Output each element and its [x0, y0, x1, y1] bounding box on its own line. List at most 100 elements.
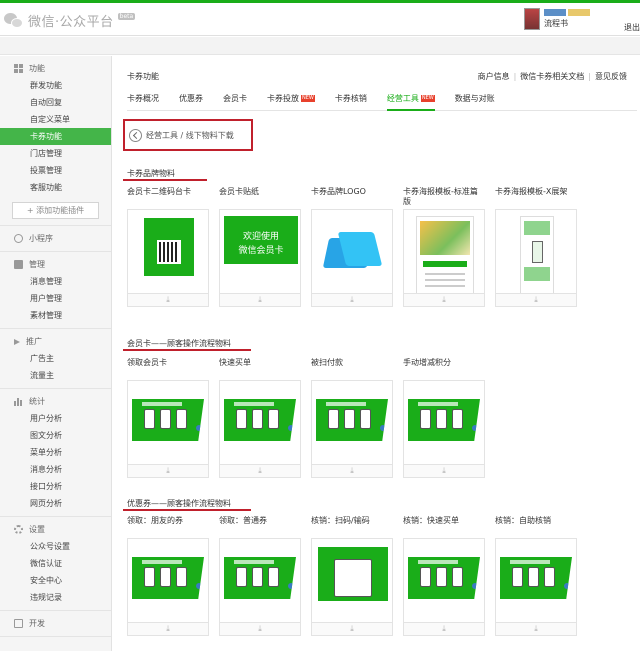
sidebar-item[interactable]: 消息管理 — [0, 273, 111, 290]
sidebar-item[interactable]: 安全中心 — [0, 572, 111, 589]
sidebar-item[interactable]: 接口分析 — [0, 478, 111, 495]
tab-item[interactable]: 卡券投放 NEW — [267, 92, 315, 111]
tab-item[interactable]: 卡券核销 — [335, 92, 367, 111]
logout-link[interactable]: 退出 — [624, 22, 640, 33]
download-icon[interactable]: ⤓ — [311, 293, 393, 307]
material-thumbnail[interactable] — [127, 380, 209, 464]
settings-icon — [14, 525, 23, 534]
tab-item[interactable]: 会员卡 — [223, 92, 247, 111]
sidebar-item[interactable]: 流量主 — [0, 367, 111, 384]
download-icon[interactable]: ⤓ — [403, 622, 485, 636]
phone-icon — [452, 409, 463, 429]
phone-icon — [160, 409, 171, 429]
sidebar-item[interactable]: 用户管理 — [0, 290, 111, 307]
sidebar-group-title[interactable]: 小程序 — [0, 230, 111, 247]
flow-illustration — [224, 399, 296, 441]
sidebar-item[interactable]: 投票管理 — [0, 162, 111, 179]
material-thumbnail[interactable] — [219, 380, 301, 464]
account-name[interactable]: 流程书 — [544, 18, 590, 29]
flow-header-bar — [142, 402, 182, 406]
account-box[interactable]: 流程书 — [524, 8, 590, 30]
material-thumbnail[interactable] — [311, 538, 393, 622]
wechat-pay-icon — [288, 583, 294, 589]
download-icon[interactable]: ⤓ — [403, 293, 485, 307]
card-docs-link[interactable]: 微信卡券相关文档 — [520, 72, 584, 81]
sidebar-item[interactable]: 消息分析 — [0, 461, 111, 478]
material-thumbnail[interactable] — [127, 538, 209, 622]
new-badge: NEW — [301, 95, 315, 102]
sidebar-item[interactable]: 客服功能 — [0, 179, 111, 196]
sidebar-item[interactable]: 卡券功能 — [0, 128, 111, 145]
material-thumbnail[interactable]: 欢迎使用 微信会员卡 — [219, 209, 301, 293]
material-thumbnail[interactable] — [495, 538, 577, 622]
material-card: 快速买单 ⤓ — [219, 358, 301, 478]
material-thumbnail[interactable] — [403, 538, 485, 622]
download-icon[interactable]: ⤓ — [219, 293, 301, 307]
sidebar-item[interactable]: 自定义菜单 — [0, 111, 111, 128]
material-label: 领取：朋友的券 — [127, 516, 183, 525]
download-icon[interactable]: ⤓ — [219, 622, 301, 636]
sidebar-item[interactable]: 群发功能 — [0, 77, 111, 94]
sidebar-item[interactable]: 自动回复 — [0, 94, 111, 111]
sidebar-item[interactable]: 用户分析 — [0, 410, 111, 427]
download-icon[interactable]: ⤓ — [495, 622, 577, 636]
promote-icon — [14, 338, 20, 345]
material-thumbnail[interactable] — [403, 380, 485, 464]
download-icon[interactable]: ⤓ — [219, 464, 301, 478]
material-thumbnail[interactable] — [495, 209, 577, 293]
poster-text-line — [425, 273, 465, 275]
flow-header-bar — [418, 402, 458, 406]
add-plugin-button[interactable]: + 添加功能插件 — [12, 202, 99, 219]
download-icon[interactable]: ⤓ — [311, 464, 393, 478]
download-icon[interactable]: ⤓ — [127, 464, 209, 478]
material-label: 核销：自助核销 — [495, 516, 551, 525]
level-badge-icon — [568, 9, 590, 16]
sidebar-group-title: 管理 — [0, 256, 111, 273]
sidebar-group: 推广 广告主 流量主 — [0, 329, 111, 389]
tab-item[interactable]: 经营工具 NEW — [386, 92, 435, 111]
standee-footer — [144, 276, 194, 284]
sticker-footer — [224, 264, 298, 278]
merchant-info-link[interactable]: 商户信息 — [478, 72, 510, 81]
back-arrow-icon[interactable] — [129, 128, 142, 142]
sidebar-item[interactable]: 广告主 — [0, 350, 111, 367]
wechat-logo[interactable]: 微信·公众平台 beta — [4, 11, 136, 30]
material-thumbnail[interactable] — [219, 538, 301, 622]
annotation-underline — [123, 509, 251, 511]
download-icon[interactable]: ⤓ — [311, 622, 393, 636]
material-thumbnail[interactable] — [403, 209, 485, 293]
flow-illustration — [316, 399, 388, 441]
phone-icon — [176, 409, 187, 429]
download-icon[interactable]: ⤓ — [127, 293, 209, 307]
wechat-pay-icon — [472, 425, 478, 431]
wechat-pay-icon — [288, 425, 294, 431]
feedback-link[interactable]: 意见反馈 — [595, 72, 627, 81]
download-icon[interactable]: ⤓ — [495, 293, 577, 307]
material-thumbnail[interactable] — [311, 380, 393, 464]
phone-icon — [344, 409, 355, 429]
tab-item[interactable]: 优惠券 — [179, 92, 203, 111]
sidebar-item[interactable]: 图文分析 — [0, 427, 111, 444]
miniprogram-icon — [14, 234, 23, 243]
dev-icon — [14, 619, 23, 628]
sidebar-group-title[interactable]: 开发 — [0, 615, 111, 632]
sidebar-item[interactable]: 违规记录 — [0, 589, 111, 606]
sidebar-item[interactable]: 门店管理 — [0, 145, 111, 162]
sidebar-group-title: 设置 — [0, 521, 111, 538]
download-icon[interactable]: ⤓ — [127, 622, 209, 636]
poster-photo — [420, 221, 470, 255]
material-label: 核销：扫码/输码 — [311, 516, 370, 525]
tab-item[interactable]: 卡券概况 — [127, 92, 159, 111]
phone-icon — [236, 409, 247, 429]
material-thumbnail[interactable] — [311, 209, 393, 293]
account-avatar[interactable] — [524, 8, 540, 30]
material-card: 领取会员卡 ⤓ — [127, 358, 209, 478]
sidebar-item[interactable]: 菜单分析 — [0, 444, 111, 461]
tab-item[interactable]: 数据与对账 — [455, 92, 495, 111]
sidebar-item[interactable]: 微信认证 — [0, 555, 111, 572]
material-thumbnail[interactable] — [127, 209, 209, 293]
download-icon[interactable]: ⤓ — [403, 464, 485, 478]
sidebar-item[interactable]: 网页分析 — [0, 495, 111, 512]
sidebar-item[interactable]: 素材管理 — [0, 307, 111, 324]
sidebar-item[interactable]: 公众号设置 — [0, 538, 111, 555]
